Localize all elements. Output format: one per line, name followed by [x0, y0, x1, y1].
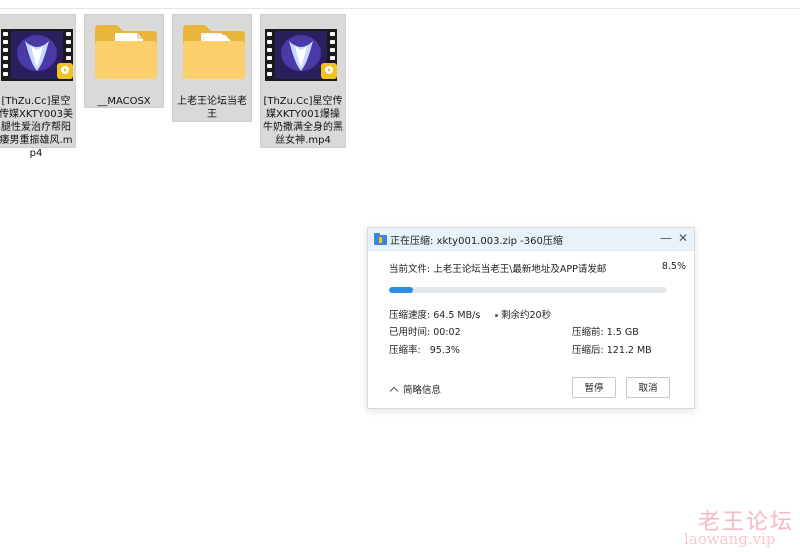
watermark-url: laowang.vip: [684, 530, 776, 548]
after-label: 压缩后:: [572, 345, 604, 356]
window-divider: [0, 8, 800, 9]
360zip-icon: [374, 233, 387, 245]
progress-percent: 8.5%: [661, 261, 686, 272]
video-file-icon: [1, 29, 73, 81]
current-file-path: 上老王论坛当老王\最新地址及APP请发邮: [433, 264, 607, 275]
ratio-value: 95.3%: [429, 345, 460, 356]
dialog-titlebar[interactable]: 正在压缩: xkty001.003.zip -360压缩 — ✕: [368, 228, 694, 251]
speed-label: 压缩速度:: [389, 310, 431, 321]
dialog-title: 正在压缩: xkty001.003.zip -360压缩: [390, 236, 563, 247]
elapsed-stat: 已用时间: 00:02: [389, 324, 461, 338]
folder-thumbnail: [85, 15, 163, 95]
file-item-video-1[interactable]: [ThZu.Cc]星空传媒XKTY003美腿性爱治疗帮阳痿男重振雄风.mp4: [0, 14, 76, 159]
file-name: [ThZu.Cc]星空传媒XKTY001爆操牛奶撒满全身的黑丝女神.mp4: [263, 96, 343, 146]
pause-button[interactable]: 暂停: [572, 377, 616, 398]
remaining-value: 剩余约20秒: [501, 310, 552, 321]
file-name: __MACOSX: [97, 96, 151, 107]
compression-dialog: 正在压缩: xkty001.003.zip -360压缩 — ✕ 当前文件: 上…: [367, 227, 695, 409]
current-file-label: 当前文件:: [389, 264, 431, 275]
elapsed-label: 已用时间:: [389, 327, 431, 338]
folder-thumbnail: [173, 15, 251, 95]
file-item-video-2[interactable]: [ThZu.Cc]星空传媒XKTY001爆操牛奶撒满全身的黑丝女神.mp4: [260, 14, 346, 148]
chevron-up-icon: [389, 386, 399, 396]
progress-fill: [389, 287, 413, 293]
summary-toggle[interactable]: 简略信息: [389, 382, 442, 396]
current-file: 当前文件: 上老王论坛当老王\最新地址及APP请发邮: [389, 261, 606, 275]
minimize-icon[interactable]: —: [658, 230, 674, 246]
folder-icon: [95, 25, 157, 79]
ratio-label: 压缩率:: [389, 345, 421, 356]
video-file-icon: [265, 29, 337, 81]
after-value: 121.2 MB: [606, 345, 652, 356]
speed-stat: 压缩速度: 64.5 MB/s: [389, 307, 480, 321]
before-label: 压缩前:: [572, 327, 604, 338]
speed-value: 64.5 MB/s: [433, 310, 481, 321]
folder-icon: [183, 25, 245, 79]
file-name: [ThZu.Cc]星空传媒XKTY003美腿性爱治疗帮阳痿男重振雄风.mp4: [0, 96, 73, 159]
before-size-stat: 压缩前: 1.5 GB: [572, 324, 639, 338]
after-size-stat: 压缩后: 121.2 MB: [572, 342, 652, 356]
progress-bar: [389, 287, 667, 293]
elapsed-value: 00:02: [433, 327, 461, 338]
video-thumbnail: [0, 15, 75, 95]
file-item-folder-macosx[interactable]: __MACOSX: [84, 14, 164, 108]
summary-label: 简略信息: [403, 385, 442, 396]
ratio-stat: 压缩率: 95.3%: [389, 342, 460, 356]
bullet-icon: [495, 314, 498, 317]
before-value: 1.5 GB: [606, 327, 639, 338]
file-item-folder-laowang[interactable]: 上老王论坛当老王: [172, 14, 252, 122]
cancel-button[interactable]: 取消: [626, 377, 670, 398]
remaining-stat: 剩余约20秒: [495, 307, 551, 321]
close-icon[interactable]: ✕: [675, 230, 691, 246]
video-thumbnail: [261, 15, 345, 95]
file-name: 上老王论坛当老王: [177, 96, 247, 120]
